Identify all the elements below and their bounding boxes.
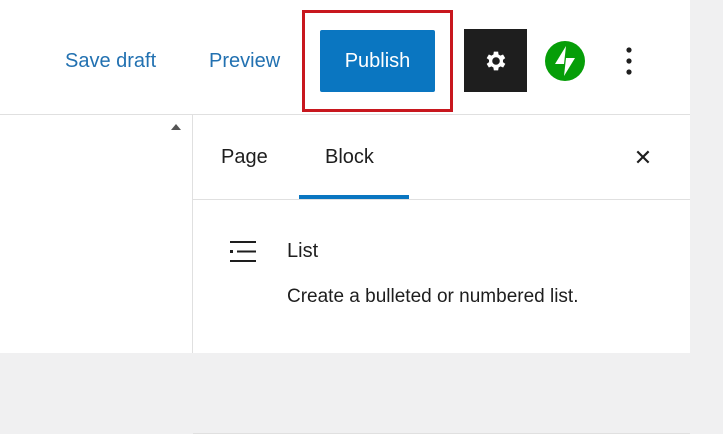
gear-icon: [486, 51, 505, 70]
more-options-button[interactable]: [612, 40, 646, 82]
tab-page[interactable]: Page: [221, 146, 268, 169]
close-icon: ✕: [633, 145, 653, 170]
active-tab-indicator: [299, 195, 409, 199]
jetpack-button[interactable]: [544, 40, 586, 82]
close-sidebar-button[interactable]: ✕: [631, 143, 655, 173]
scroll-up-arrow-icon[interactable]: [171, 124, 181, 130]
tab-block[interactable]: Block: [325, 146, 374, 169]
jetpack-bolt-icon: [545, 41, 585, 81]
scrollbar-track[interactable]: [164, 115, 193, 353]
list-icon: [230, 241, 256, 262]
editor-canvas: Save draft Preview Publish Page Block ✕ …: [0, 0, 690, 434]
publish-button-label: Publish: [344, 49, 411, 72]
block-description: Create a bulleted or numbered list.: [287, 286, 579, 307]
publish-button[interactable]: Publish: [320, 30, 435, 92]
editor-header: Save draft Preview Publish: [0, 0, 690, 115]
preview-button[interactable]: Preview: [209, 50, 280, 73]
block-card: List Create a bulleted or numbered list.: [193, 200, 690, 434]
save-draft-button[interactable]: Save draft: [65, 50, 156, 73]
block-title: List: [287, 240, 319, 262]
settings-button[interactable]: [464, 29, 527, 92]
sidebar-tabs: Page Block ✕: [193, 115, 690, 200]
vertical-ellipsis-icon: [626, 47, 632, 75]
settings-sidebar: Page Block ✕ List Create a bulleted or n…: [193, 115, 690, 434]
